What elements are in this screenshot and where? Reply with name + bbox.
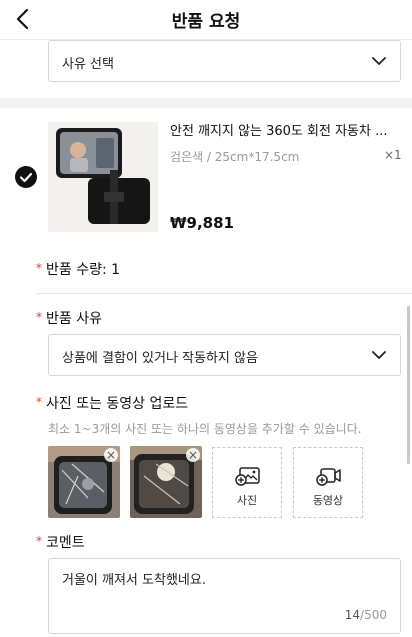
add-video-icon <box>316 468 341 486</box>
return-reason-row: * 반품 사유 <box>36 308 102 328</box>
product-name: 안전 깨지지 않는 360도 회전 자동차 ... <box>170 124 388 139</box>
reason-select-value: 사유 선택 <box>62 57 114 72</box>
product-price: ₩9,881 <box>170 214 234 232</box>
product-quantity: ×1 <box>384 148 402 162</box>
app-header: 반품 요청 <box>0 0 412 40</box>
comment-label: 코멘트 <box>46 535 85 551</box>
remove-photo-button[interactable]: × <box>186 448 200 462</box>
required-mark: * <box>36 534 42 548</box>
chevron-down-icon <box>372 57 386 65</box>
upload-hint: 최소 1~3개의 사진 또는 하나의 동영상을 추가할 수 있습니다. <box>48 422 362 436</box>
chevron-down-icon <box>372 351 386 359</box>
character-counter: 14/500 <box>345 608 387 622</box>
comment-text: 거울이 깨져서 도착했네요. <box>62 573 206 588</box>
product-variant: 검은색 / 25cm*17.5cm <box>170 150 300 164</box>
add-photo-button[interactable]: 사진 <box>212 447 282 518</box>
section-divider <box>0 98 412 108</box>
return-quantity-label: 반품 수량: 1 <box>46 262 121 278</box>
comment-textarea[interactable]: 거울이 깨져서 도착했네요. 14/500 <box>48 558 401 634</box>
character-max: /500 <box>360 608 387 622</box>
upload-row: * 사진 또는 동영상 업로드 <box>36 393 188 413</box>
add-image-icon <box>235 467 260 486</box>
selected-checkbox[interactable] <box>15 166 37 188</box>
divider <box>36 293 412 294</box>
scrollbar[interactable] <box>407 306 410 464</box>
return-reason-value: 상품에 결함이 있거나 작동하지 않음 <box>62 351 258 366</box>
required-mark: * <box>36 395 42 409</box>
remove-photo-button[interactable]: × <box>104 448 118 462</box>
product-image <box>48 122 158 232</box>
add-photo-label: 사진 <box>236 494 258 507</box>
return-reason-select[interactable]: 상품에 결함이 있거나 작동하지 않음 <box>48 334 401 376</box>
return-reason-label: 반품 사유 <box>46 311 102 327</box>
return-quantity-row: * 반품 수량: 1 <box>36 259 120 279</box>
add-video-button[interactable]: 동영상 <box>293 447 363 518</box>
required-mark: * <box>36 310 42 324</box>
uploaded-photo[interactable]: × <box>48 446 120 518</box>
character-count: 14 <box>344 608 361 622</box>
check-icon <box>19 172 33 183</box>
uploaded-photo[interactable]: × <box>130 446 202 518</box>
required-mark: * <box>36 261 42 275</box>
add-video-label: 동영상 <box>312 494 344 507</box>
upload-label: 사진 또는 동영상 업로드 <box>46 396 189 412</box>
reason-select-top[interactable]: 사유 선택 <box>48 40 401 82</box>
comment-row: * 코멘트 <box>36 532 85 552</box>
page-title: 반품 요청 <box>171 12 241 32</box>
